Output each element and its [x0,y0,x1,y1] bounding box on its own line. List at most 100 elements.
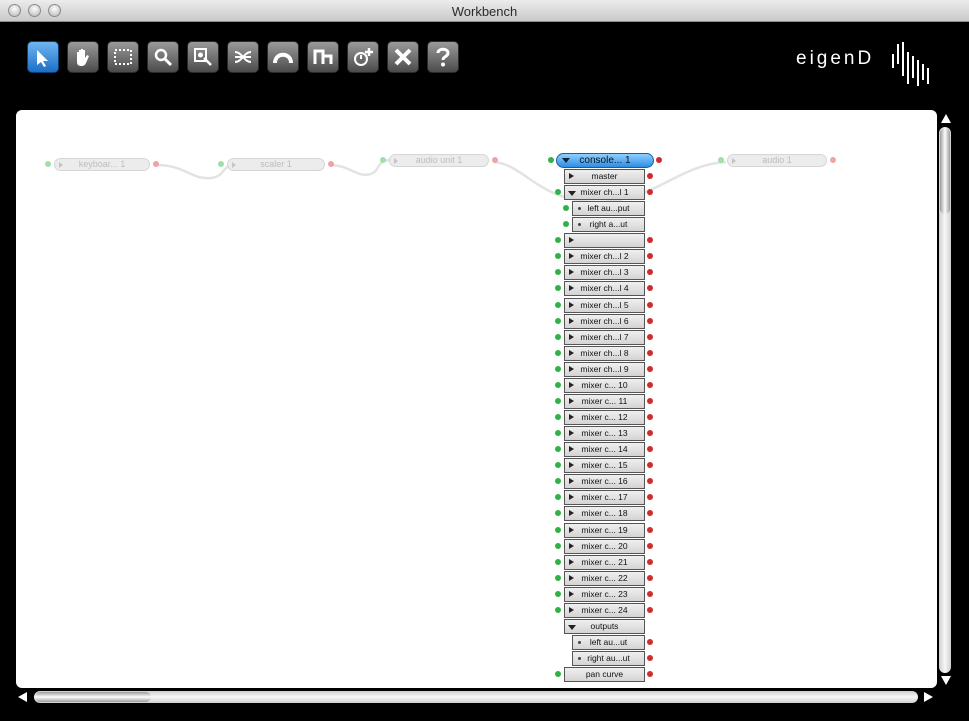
port-output-pin[interactable] [647,366,653,372]
port-input-pin[interactable] [555,253,561,259]
port-input-pin[interactable] [555,671,561,677]
port-output-pin[interactable] [647,189,653,195]
port-output-pin[interactable] [647,446,653,452]
port-output-pin[interactable] [647,334,653,340]
port-output-pin[interactable] [647,655,653,661]
console-port-row[interactable]: mixer c... 23 [564,587,645,602]
port-output-pin[interactable] [647,382,653,388]
disclosure-closed-icon[interactable] [569,510,574,516]
zoom-tool-button[interactable] [147,41,179,73]
port-output-pin[interactable] [647,173,653,179]
disclosure-closed-icon[interactable] [569,527,574,533]
port-output-pin[interactable] [647,543,653,549]
port-input-pin[interactable] [555,430,561,436]
console-port-row[interactable]: mixer c... 11 [564,394,645,409]
port-output-pin[interactable] [647,350,653,356]
disclosure-closed-icon[interactable] [569,382,574,388]
disclosure-closed-icon[interactable] [569,607,574,613]
console-port-row[interactable]: pan curve [564,667,645,682]
console-port-row[interactable]: mixer ch...l 8 [564,346,645,361]
console-port-row[interactable]: mixer c... 21 [564,555,645,570]
delete-tool-button[interactable] [387,41,419,73]
port-output-pin[interactable] [647,510,653,516]
vertical-scroll-thumb[interactable] [940,128,950,214]
horizontal-scrollbar[interactable] [16,688,937,706]
route-tool-button[interactable] [267,41,299,73]
console-port-row[interactable]: mixer ch...l 7 [564,330,645,345]
port-output-pin[interactable] [647,318,653,324]
port-output-pin[interactable] [647,414,653,420]
disclosure-closed-icon[interactable] [569,366,574,372]
console-agent-header[interactable]: console... 1 [556,153,654,168]
port-output-pin[interactable] [647,269,653,275]
disclosure-closed-icon[interactable] [569,543,574,549]
port-input-pin[interactable] [555,543,561,549]
agent-output-pin[interactable] [153,161,159,167]
port-output-pin[interactable] [647,494,653,500]
port-input-pin[interactable] [555,269,561,275]
port-output-pin[interactable] [647,253,653,259]
port-input-pin[interactable] [555,366,561,372]
port-output-pin[interactable] [647,639,653,645]
disclosure-closed-icon[interactable] [569,253,574,259]
console-port-row[interactable] [564,233,645,248]
disclosure-closed-icon[interactable] [569,173,574,179]
console-port-row[interactable]: left au...put [572,201,645,216]
disclosure-closed-icon[interactable] [569,318,574,324]
console-port-row[interactable]: mixer c... 15 [564,458,645,473]
port-output-pin[interactable] [647,398,653,404]
port-input-pin[interactable] [563,221,569,227]
port-output-pin[interactable] [647,607,653,613]
console-port-row[interactable]: mixer ch...l 2 [564,249,645,264]
port-output-pin[interactable] [647,478,653,484]
console-port-row[interactable]: mixer c... 17 [564,490,645,505]
disclosure-closed-icon[interactable] [569,462,574,468]
port-output-pin[interactable] [647,285,653,291]
port-input-pin[interactable] [555,559,561,565]
agent-output-pin[interactable] [492,157,498,163]
console-port-row[interactable]: left au...ut [572,635,645,650]
port-input-pin[interactable] [555,462,561,468]
disclosure-closed-icon[interactable] [569,350,574,356]
scroll-up-arrow-icon[interactable] [941,114,951,123]
agent-node-keyboar-1[interactable]: keyboar... 1 [54,158,150,171]
port-input-pin[interactable] [555,302,561,308]
horizontal-scroll-thumb[interactable] [35,692,151,702]
scroll-left-arrow-icon[interactable] [18,692,27,702]
agent-input-pin[interactable] [218,161,224,167]
disclosure-closed-icon[interactable] [569,398,574,404]
port-input-pin[interactable] [555,398,561,404]
port-output-pin[interactable] [647,430,653,436]
port-output-pin[interactable] [647,527,653,533]
port-input-pin[interactable] [555,575,561,581]
port-input-pin[interactable] [555,334,561,340]
horizontal-scroll-track[interactable] [34,691,918,703]
agent-node-scaler-1[interactable]: scaler 1 [227,158,325,171]
console-port-row[interactable]: mixer c... 13 [564,426,645,441]
disclosure-closed-icon[interactable] [569,430,574,436]
layout-tool-button[interactable] [307,41,339,73]
agent-node-audio-unit-1[interactable]: audio unit 1 [389,154,489,167]
select-tool-button[interactable] [27,41,59,73]
port-input-pin[interactable] [555,189,561,195]
console-port-row[interactable]: mixer c... 16 [564,474,645,489]
port-output-pin[interactable] [647,237,653,243]
console-port-row[interactable]: mixer c... 19 [564,523,645,538]
console-port-row[interactable]: mixer c... 22 [564,571,645,586]
disclosure-closed-icon[interactable] [569,414,574,420]
add-agent-tool-button[interactable] [347,41,379,73]
pan-tool-button[interactable] [67,41,99,73]
port-input-pin[interactable] [563,205,569,211]
console-port-row[interactable]: outputs [564,619,645,634]
port-input-pin[interactable] [555,382,561,388]
disclosure-closed-icon[interactable] [569,446,574,452]
console-port-row[interactable]: mixer c... 12 [564,410,645,425]
agent-input-pin[interactable] [718,157,724,163]
port-output-pin[interactable] [647,575,653,581]
port-input-pin[interactable] [555,607,561,613]
console-port-row[interactable]: mixer ch...l 3 [564,265,645,280]
disclosure-closed-icon[interactable] [569,559,574,565]
console-port-row[interactable]: mixer ch...l 9 [564,362,645,377]
agent-input-pin[interactable] [45,161,51,167]
port-input-pin[interactable] [555,478,561,484]
